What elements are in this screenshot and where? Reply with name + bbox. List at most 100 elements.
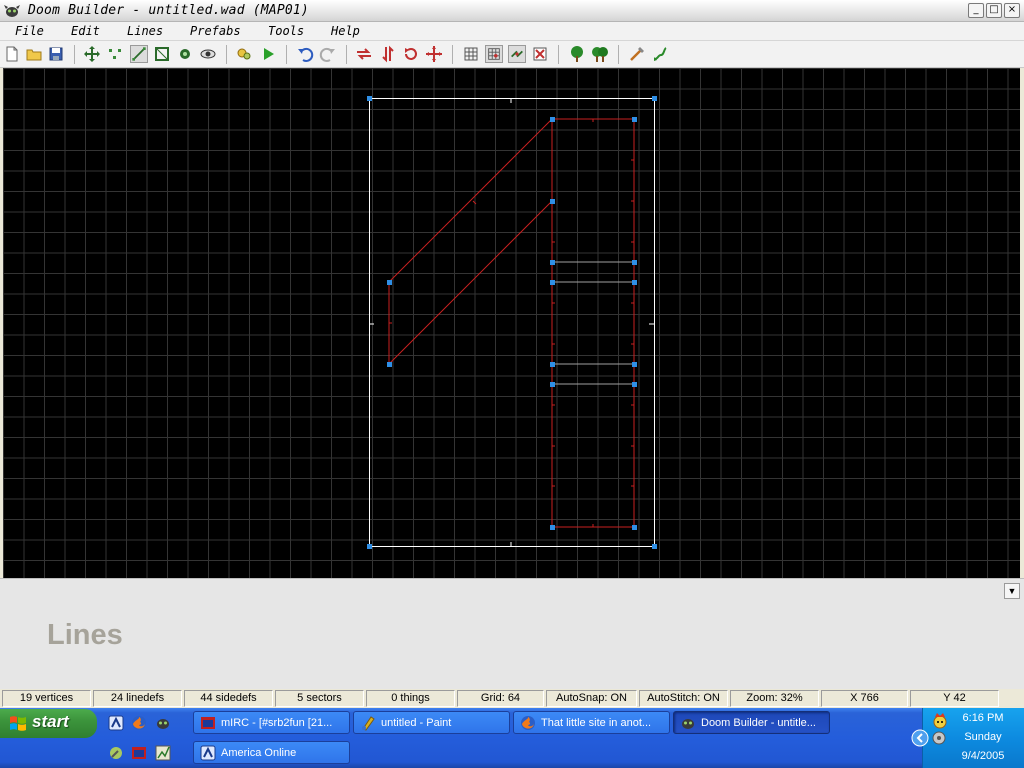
sector-linedefs[interactable] — [388, 118, 635, 528]
clock-day: Sunday — [964, 731, 1002, 743]
status-linedefs: 24 linedefs — [93, 690, 182, 707]
mirc-icon[interactable] — [131, 745, 147, 761]
pan-mode-icon[interactable] — [83, 45, 101, 63]
vertex[interactable] — [632, 260, 637, 265]
menu-bar: File Edit Lines Prefabs Tools Help — [0, 22, 1024, 41]
firefox-icon — [521, 716, 535, 730]
task-firefox[interactable]: That little site in anot... — [513, 711, 670, 734]
menu-file[interactable]: File — [15, 24, 44, 38]
vertex[interactable] — [632, 382, 637, 387]
toolbar-separator — [618, 45, 619, 64]
status-grid: Grid: 64 — [457, 690, 544, 707]
vertex[interactable] — [550, 280, 555, 285]
prefab-tree-icon[interactable] — [568, 45, 586, 63]
status-bar: 19 vertices 24 linedefs 44 sidedefs 5 se… — [0, 689, 1024, 708]
menu-prefabs[interactable]: Prefabs — [190, 24, 241, 38]
vertex[interactable] — [387, 362, 392, 367]
menu-help[interactable]: Help — [331, 24, 360, 38]
inner-lines[interactable] — [551, 119, 634, 385]
vertex[interactable] — [632, 117, 637, 122]
toolbar-separator — [346, 45, 347, 64]
chart-icon[interactable] — [155, 745, 171, 761]
tools-icon[interactable] — [628, 45, 646, 63]
new-map-icon[interactable] — [3, 45, 21, 63]
status-y: Y 42 — [910, 690, 999, 707]
undo-icon[interactable] — [296, 45, 314, 63]
flip-lines-icon[interactable] — [355, 45, 373, 63]
vertex[interactable] — [550, 117, 555, 122]
prefab-trees-icon[interactable] — [591, 45, 609, 63]
wrench-icon[interactable] — [108, 745, 124, 761]
minimize-button[interactable]: _ — [968, 3, 984, 18]
status-sectors: 5 sectors — [275, 690, 364, 707]
map-canvas[interactable] — [3, 68, 1020, 578]
vertex[interactable] — [367, 96, 372, 101]
menu-lines[interactable]: Lines — [127, 24, 163, 38]
system-tray: 6:16 PM Sunday 9/4/2005 — [911, 708, 1024, 768]
scale-icon[interactable] — [425, 45, 443, 63]
vertex[interactable] — [550, 362, 555, 367]
start-button[interactable]: start — [0, 709, 97, 738]
lines-mode-icon[interactable] — [130, 45, 148, 63]
sectors-mode-icon[interactable] — [153, 45, 171, 63]
window-title: Doom Builder - untitled.wad (MAP01) — [28, 3, 309, 18]
script-icon[interactable] — [651, 45, 669, 63]
vertex[interactable] — [632, 280, 637, 285]
vertex[interactable] — [550, 382, 555, 387]
vertex[interactable] — [652, 96, 657, 101]
open-map-icon[interactable] — [25, 45, 43, 63]
vertex[interactable] — [367, 544, 372, 549]
status-autosnap: AutoSnap: ON — [546, 690, 637, 707]
status-sidedefs: 44 sidedefs — [184, 690, 273, 707]
status-autostitch: AutoStitch: ON — [639, 690, 728, 707]
doom-builder-icon[interactable] — [155, 715, 171, 731]
vertex[interactable] — [550, 525, 555, 530]
info-panel: ▼ Lines — [0, 578, 1024, 689]
panel-dropdown-button[interactable]: ▼ — [1004, 583, 1020, 599]
save-map-icon[interactable] — [47, 45, 65, 63]
toggle-grid-icon[interactable] — [462, 45, 480, 63]
mode-label: Lines — [47, 619, 123, 651]
toolbar-separator — [558, 45, 559, 64]
build-nodes-icon[interactable] — [235, 45, 253, 63]
menu-tools[interactable]: Tools — [268, 24, 304, 38]
test-map-icon[interactable] — [259, 45, 277, 63]
tray-collapse-icon[interactable] — [911, 729, 929, 747]
outer-boundary[interactable] — [369, 98, 655, 547]
close-button[interactable]: × — [1004, 3, 1020, 18]
snap-grid-icon[interactable] — [485, 45, 503, 63]
map-drawing[interactable] — [3, 68, 1020, 578]
clear-icon[interactable] — [531, 45, 549, 63]
vertex[interactable] — [550, 199, 555, 204]
rotate-icon[interactable] — [402, 45, 420, 63]
toolbar — [0, 41, 1024, 68]
toolbar-separator — [74, 45, 75, 64]
task-paint[interactable]: untitled - Paint — [353, 711, 510, 734]
3d-mode-icon[interactable] — [199, 45, 217, 63]
task-doom-builder[interactable]: Doom Builder - untitle... — [673, 711, 830, 734]
title-bar[interactable]: Doom Builder - untitled.wad (MAP01) _ □ … — [0, 0, 1024, 22]
vertices[interactable] — [367, 96, 657, 549]
vertex[interactable] — [550, 260, 555, 265]
vertex[interactable] — [652, 544, 657, 549]
aol-icon[interactable] — [108, 715, 124, 731]
task-aol[interactable]: America Online — [193, 741, 350, 764]
task-mirc[interactable]: mIRC - [#srb2fun [21... — [193, 711, 350, 734]
toolbar-separator — [452, 45, 453, 64]
firefox-icon[interactable] — [131, 715, 147, 731]
vertices-mode-icon[interactable] — [106, 45, 124, 63]
aol-icon — [200, 745, 216, 761]
windows-flag-icon — [10, 716, 26, 731]
stitch-icon[interactable] — [508, 45, 526, 63]
task-label: That little site in anot... — [541, 717, 652, 729]
vertex[interactable] — [632, 525, 637, 530]
redo-icon[interactable] — [319, 45, 337, 63]
clock-time[interactable]: 6:16 PM — [943, 712, 1023, 724]
vertex[interactable] — [387, 280, 392, 285]
maximize-button[interactable]: □ — [986, 3, 1002, 18]
things-mode-icon[interactable] — [176, 45, 194, 63]
menu-edit[interactable]: Edit — [71, 24, 100, 38]
task-label: mIRC - [#srb2fun [21... — [221, 717, 333, 729]
flip-vertical-icon[interactable] — [379, 45, 397, 63]
vertex[interactable] — [632, 362, 637, 367]
